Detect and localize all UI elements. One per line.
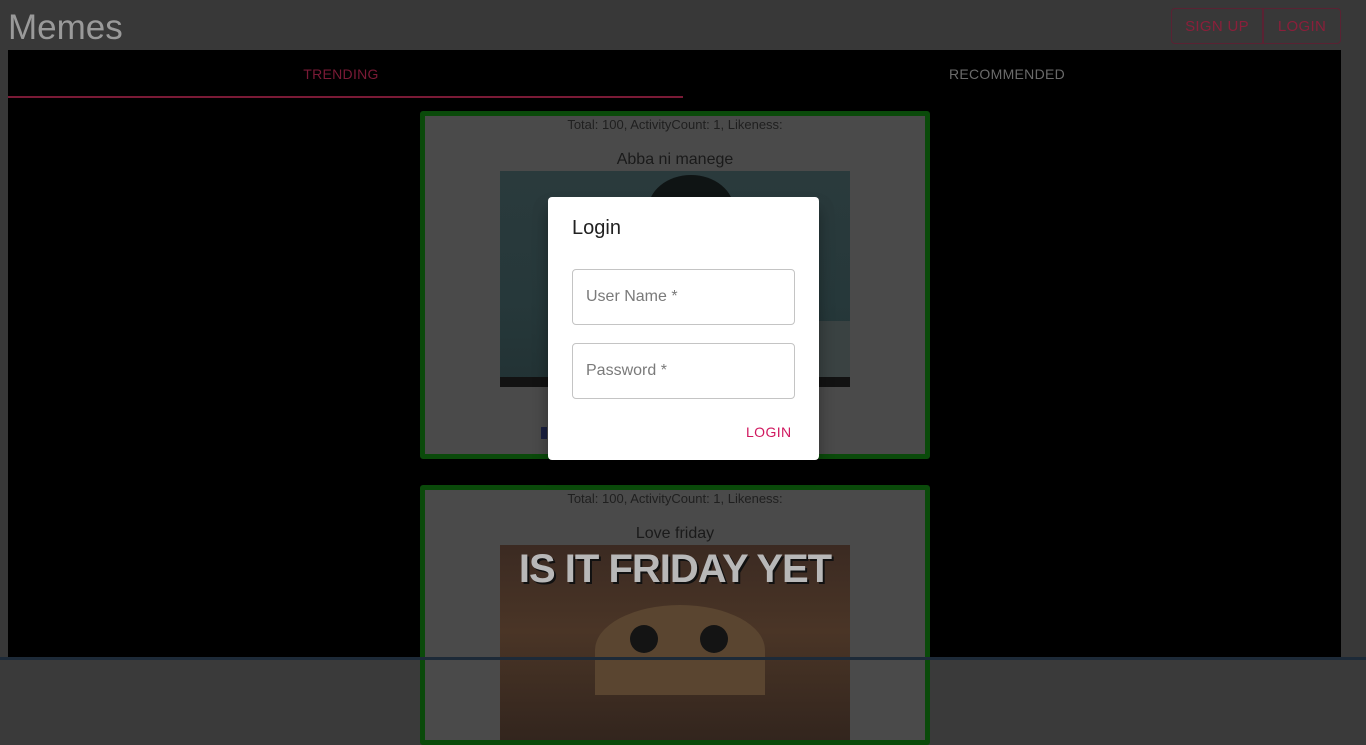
dialog-login-button[interactable]: LOGIN [736, 417, 802, 447]
password-input[interactable] [573, 344, 794, 398]
login-dialog: Login LOGIN [548, 197, 819, 460]
username-field [572, 269, 795, 325]
username-input[interactable] [573, 270, 794, 324]
password-field [572, 343, 795, 399]
dialog-title: Login [572, 217, 621, 239]
